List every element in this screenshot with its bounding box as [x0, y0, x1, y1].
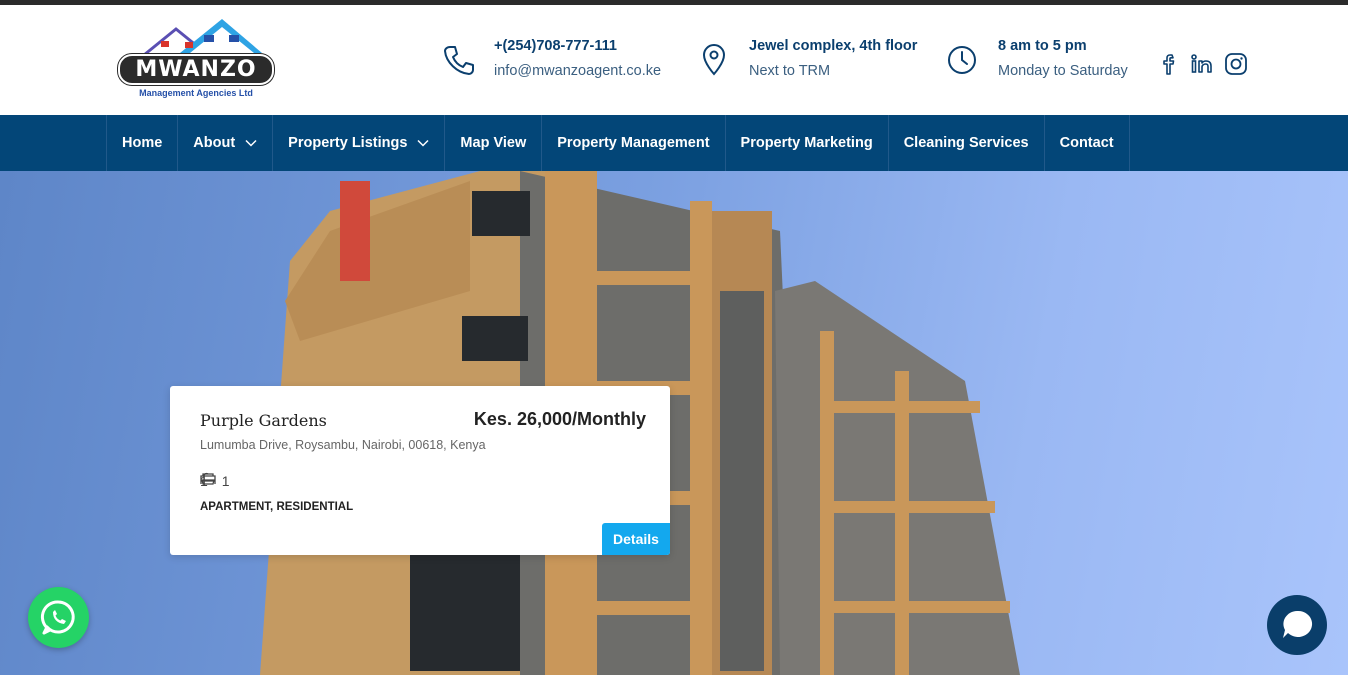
whatsapp-icon — [40, 600, 75, 635]
nav-item-contact[interactable]: Contact — [1045, 115, 1130, 171]
hours-line1: 8 am to 5 pm — [998, 38, 1087, 54]
logo-text: MWANZO — [135, 57, 257, 82]
header-contact-location: Jewel complex, 4th floor Next to TRM — [700, 35, 930, 91]
nav-item-property-marketing[interactable]: Property Marketing — [726, 115, 889, 171]
email-address[interactable]: info@mwanzoagent.co.ke — [494, 63, 661, 79]
site-header: MWANZO Management Agencies Ltd +(254)708… — [0, 5, 1348, 115]
location-line2: Next to TRM — [749, 63, 831, 79]
header-contact-phone: +(254)708-777-111 info@mwanzoagent.co.ke — [442, 35, 682, 91]
property-price: Kes. 26,000/Monthly — [473, 409, 646, 429]
nav-item-property-listings[interactable]: Property Listings — [273, 115, 446, 171]
nav-item-home[interactable]: Home — [107, 115, 179, 171]
map-pin-icon — [702, 44, 726, 76]
property-features: 1 1 — [200, 472, 244, 490]
property-card[interactable]: Purple Gardens Kes. 26,000/Monthly Lumum… — [170, 386, 670, 555]
instagram-icon[interactable] — [1224, 51, 1248, 77]
chevron-down-icon — [245, 139, 257, 147]
chat-bubble-icon — [1283, 610, 1313, 638]
main-navigation: Home About Property Listings Map View Pr… — [0, 115, 1348, 171]
chat-widget-button[interactable] — [1267, 595, 1327, 655]
house-roofs-icon — [139, 19, 262, 57]
details-button[interactable]: Details — [602, 523, 670, 555]
logo[interactable]: MWANZO Management Agencies Ltd — [116, 15, 276, 101]
whatsapp-button[interactable] — [28, 587, 89, 648]
facebook-icon[interactable] — [1160, 51, 1178, 77]
phone-number[interactable]: +(254)708-777-111 — [494, 38, 617, 54]
hours-line2: Monday to Saturday — [998, 63, 1128, 79]
bathroom-count: 1 — [221, 473, 230, 489]
nav-item-property-management[interactable]: Property Management — [542, 115, 726, 171]
chevron-down-icon — [417, 139, 429, 147]
hero-banner: Purple Gardens Kes. 26,000/Monthly Lumum… — [0, 171, 1348, 675]
nav-item-about[interactable]: About — [178, 115, 274, 171]
logo-subtitle: Management Agencies Ltd — [139, 88, 253, 98]
bath-icon — [201, 472, 215, 485]
linkedin-icon[interactable] — [1190, 51, 1216, 77]
phone-icon — [444, 46, 474, 75]
location-line1: Jewel complex, 4th floor — [749, 38, 918, 54]
property-title[interactable]: Purple Gardens — [200, 411, 327, 430]
property-address: Lumumba Drive, Roysambu, Nairobi, 00618,… — [200, 438, 486, 452]
nav-item-cleaning-services[interactable]: Cleaning Services — [889, 115, 1045, 171]
clock-icon — [948, 46, 976, 74]
property-type: APARTMENT, RESIDENTIAL — [200, 501, 354, 513]
header-contact-hours: 8 am to 5 pm Monday to Saturday — [945, 35, 1145, 91]
nav-item-map-view[interactable]: Map View — [445, 115, 543, 171]
